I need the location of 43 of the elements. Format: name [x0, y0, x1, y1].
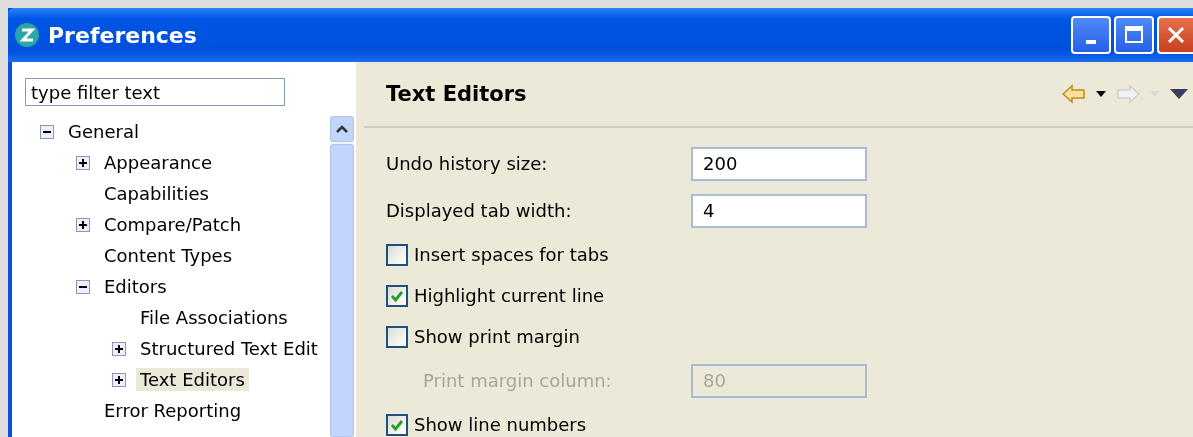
- maximize-icon: [1124, 25, 1144, 45]
- checkbox[interactable]: [386, 413, 408, 436]
- field-label: Displayed tab width:: [386, 200, 573, 221]
- close-icon: [1166, 25, 1186, 45]
- maximize-button[interactable]: [1114, 16, 1154, 54]
- tree-item[interactable]: Editors: [100, 275, 171, 298]
- expand-toggle-icon[interactable]: [40, 124, 54, 139]
- minimize-button[interactable]: [1071, 16, 1111, 54]
- app-logo-icon: [14, 22, 40, 48]
- page-title: Text Editors: [386, 82, 527, 106]
- checkbox[interactable]: [386, 284, 408, 307]
- expand-toggle-icon[interactable]: [112, 372, 126, 387]
- tree-item[interactable]: File Associations: [136, 306, 292, 329]
- tree-item[interactable]: Appearance: [100, 151, 217, 174]
- checkbox-label[interactable]: Show print margin: [414, 326, 580, 347]
- checkbox-label[interactable]: Highlight current line: [414, 285, 605, 306]
- tree-item[interactable]: Compare/Patch: [100, 213, 246, 236]
- dropdown-caret-icon[interactable]: [1096, 91, 1106, 97]
- minimize-icon: [1086, 40, 1096, 44]
- checkbox-label[interactable]: Insert spaces for tabs: [414, 244, 609, 265]
- filter-field[interactable]: type filter text: [25, 78, 285, 106]
- field-label: Print margin column:: [422, 370, 613, 391]
- tree-item[interactable]: Text Editors: [136, 368, 249, 391]
- view-menu-icon[interactable]: [1170, 89, 1188, 99]
- expand-toggle-icon[interactable]: [112, 341, 126, 356]
- text-field[interactable]: 200: [691, 146, 867, 181]
- expand-toggle-icon[interactable]: [76, 279, 90, 294]
- text-field[interactable]: 4: [691, 193, 867, 228]
- window-title: Preferences: [48, 22, 197, 48]
- up-caret-icon: [335, 124, 349, 134]
- field-label: Undo history size:: [386, 153, 549, 174]
- checkbox[interactable]: [386, 325, 408, 348]
- tree-item[interactable]: General: [64, 120, 143, 143]
- tree-item[interactable]: Error Reporting: [100, 399, 246, 422]
- close-button[interactable]: [1157, 16, 1193, 54]
- expand-toggle-icon[interactable]: [76, 155, 90, 170]
- tree-item[interactable]: Content Types: [100, 244, 237, 267]
- checkbox[interactable]: [386, 243, 408, 266]
- checkbox-label[interactable]: Show line numbers: [414, 414, 587, 435]
- tree-item[interactable]: Capabilities: [100, 182, 213, 205]
- expand-toggle-icon[interactable]: [76, 217, 90, 232]
- scroll-up-button[interactable]: [330, 116, 354, 142]
- tree-item[interactable]: Structured Text Edit: [136, 337, 322, 360]
